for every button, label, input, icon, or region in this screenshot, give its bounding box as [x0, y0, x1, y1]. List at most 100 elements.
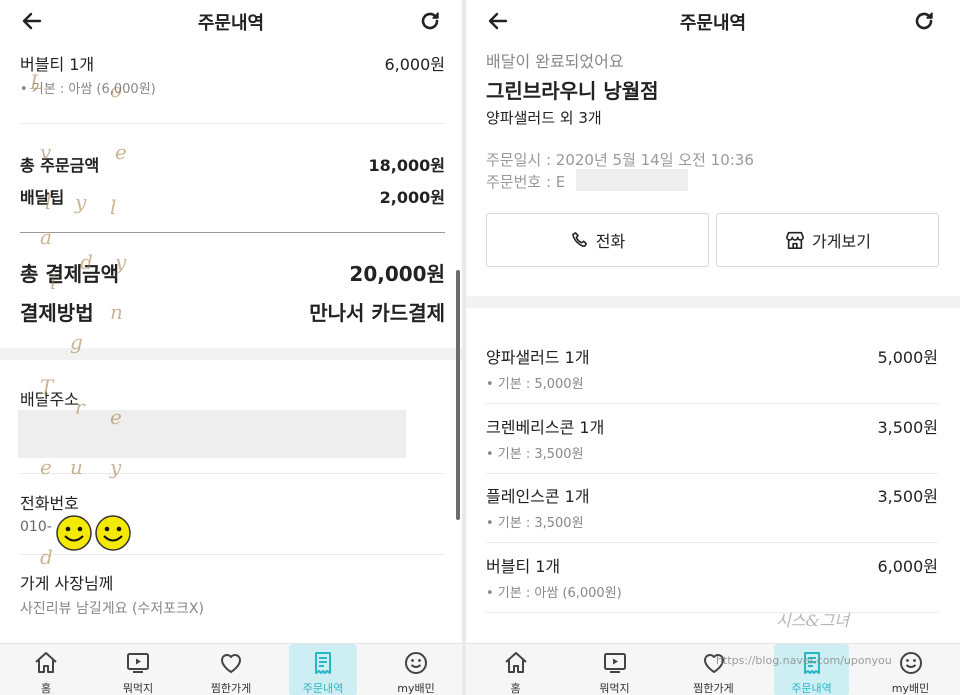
item-name: 양파샐러드 1개 [486, 348, 590, 367]
page-title: 주문내역 [679, 13, 747, 34]
bottom-navigation: 홈 뭐먹지 찜한가게 주문내역 my배민 [466, 643, 960, 695]
left-order-detail-screen: 주문내역 버블티 1개 6,000원 • 기본 : 아쌈 (6,000원) 총 … [0, 0, 462, 695]
divider [20, 123, 445, 124]
phone-label: 전화번호 [20, 494, 79, 513]
item-price: 6,000원 [877, 557, 938, 576]
view-store-button-label: 가게보기 [812, 232, 871, 251]
order-total-value: 18,000원 [368, 156, 445, 175]
divider [20, 232, 445, 233]
owner-note-label: 가게 사장님께 [20, 574, 114, 593]
watermark-letter: e [115, 140, 127, 164]
order-time: 주문일시 : 2020년 5월 14일 오전 10:36 [486, 151, 754, 169]
nav-item-0[interactable]: 홈 [466, 644, 565, 695]
pay-total-label: 총 결제금액 [20, 262, 119, 286]
item-option: • 기본 : 5,000원 [486, 377, 584, 392]
smile-icon [405, 652, 427, 674]
nav-item-label: 홈 [510, 682, 521, 695]
delivery-tip-label: 배달팁 [20, 188, 65, 207]
divider [486, 403, 938, 404]
nav-item-label: 홈 [40, 682, 52, 695]
right-order-detail-screen: 주문내역 배달이 완료되었어요 그린브라우니 낭월점 양파샐러드 외 3개 주문… [466, 0, 960, 695]
divider [486, 612, 938, 613]
nav-item-label: my배민 [397, 682, 435, 695]
watermark-letter: e [40, 455, 52, 479]
refresh-icon[interactable] [418, 9, 442, 33]
divider [486, 473, 938, 474]
home-icon [504, 652, 527, 673]
item-price: 5,000원 [877, 348, 938, 367]
scrollbar[interactable] [456, 270, 460, 520]
phone-value: 010- [20, 519, 52, 535]
delivery-status: 배달이 완료되었어요 [486, 52, 624, 71]
call-button[interactable]: 전화 [486, 213, 709, 267]
nav-item-4[interactable]: my배민 [861, 644, 960, 695]
smile-icon [899, 652, 922, 674]
address-label: 배달주소 [20, 390, 79, 409]
pay-total-value: 20,000원 [349, 262, 445, 286]
receipt-icon [315, 652, 331, 674]
refresh-icon[interactable] [912, 9, 936, 33]
nav-item-label: my배민 [891, 682, 930, 695]
watermark-letter: a [40, 225, 52, 249]
item-price: 3,500원 [877, 418, 938, 437]
order-number-redacted [576, 169, 688, 191]
store-icon [786, 231, 805, 249]
smiley-sticker-icon [95, 515, 131, 551]
item-option: • 기본 : 3,500원 [486, 447, 584, 462]
divider [486, 542, 938, 543]
top-bar: 주문내역 [466, 0, 960, 42]
nav-item-4[interactable]: my배민 [370, 644, 462, 695]
section-separator [466, 296, 960, 308]
watermark-letter: l [110, 195, 117, 219]
page-title: 주문내역 [197, 13, 265, 34]
smiley-sticker-icon [56, 515, 92, 551]
item-price: 6,000원 [384, 55, 445, 74]
home-icon [35, 652, 57, 673]
bottom-navigation: 홈 뭐먹지 찜한가게 주문내역 my배민 [0, 643, 462, 695]
play-icon [603, 653, 626, 673]
item-option: • 기본 : 아쌈 (6,000원) [20, 82, 156, 97]
play-icon [127, 653, 149, 673]
nav-item-label: 찜한가게 [210, 682, 252, 695]
top-bar: 주문내역 [0, 0, 462, 42]
section-separator [0, 348, 462, 360]
nav-item-0[interactable]: 홈 [0, 644, 92, 695]
item-price: 3,500원 [877, 487, 938, 506]
nav-item-label: 뭐먹지 [122, 682, 154, 695]
nav-item-1[interactable]: 뭐먹지 [92, 644, 184, 695]
view-store-button[interactable]: 가게보기 [716, 213, 939, 267]
watermark-letter: y [75, 190, 87, 214]
item-option: • 기본 : 3,500원 [486, 516, 584, 531]
nav-item-label: 주문내역 [791, 682, 832, 695]
watermark-url: https://blog.naver.com/uponyou [716, 654, 892, 667]
nav-item-label: 주문내역 [302, 682, 344, 695]
nav-item-label: 찜한가게 [693, 682, 734, 695]
item-option: • 기본 : 아쌈 (6,000원) [486, 586, 622, 601]
heart-icon [221, 654, 241, 673]
watermark-letter: y [110, 455, 122, 479]
store-name[interactable]: 그린브라우니 낭월점 [486, 75, 659, 104]
address-redacted [18, 410, 406, 458]
nav-item-3[interactable]: 주문내역 [774, 644, 849, 695]
nav-item-3[interactable]: 주문내역 [289, 644, 357, 695]
item-name: 플레인스콘 1개 [486, 487, 590, 506]
payment-method-label: 결제방법 [20, 301, 94, 325]
item-name: 버블티 1개 [20, 55, 95, 74]
watermark-letter: d [40, 545, 53, 569]
item-name: 버블티 1개 [486, 557, 561, 576]
watermark-logo: 시스&그녀 [776, 611, 850, 630]
delivery-tip-value: 2,000원 [379, 188, 445, 207]
nav-item-label: 뭐먹지 [599, 682, 630, 695]
owner-note-value: 사진리뷰 남길게요 (수저포크X) [20, 601, 204, 617]
payment-method-value: 만나서 카드결제 [309, 301, 445, 325]
watermark-letter: u [70, 455, 83, 479]
nav-item-2[interactable]: 찜한가게 [185, 644, 277, 695]
nav-item-2[interactable]: 찜한가게 [664, 644, 763, 695]
item-name: 크렌베리스콘 1개 [486, 418, 605, 437]
divider [20, 554, 445, 555]
nav-item-1[interactable]: 뭐먹지 [565, 644, 664, 695]
order-total-label: 총 주문금액 [20, 156, 100, 175]
call-button-label: 전화 [595, 232, 626, 251]
order-summary: 양파샐러드 외 3개 [486, 109, 602, 127]
divider [20, 473, 445, 474]
